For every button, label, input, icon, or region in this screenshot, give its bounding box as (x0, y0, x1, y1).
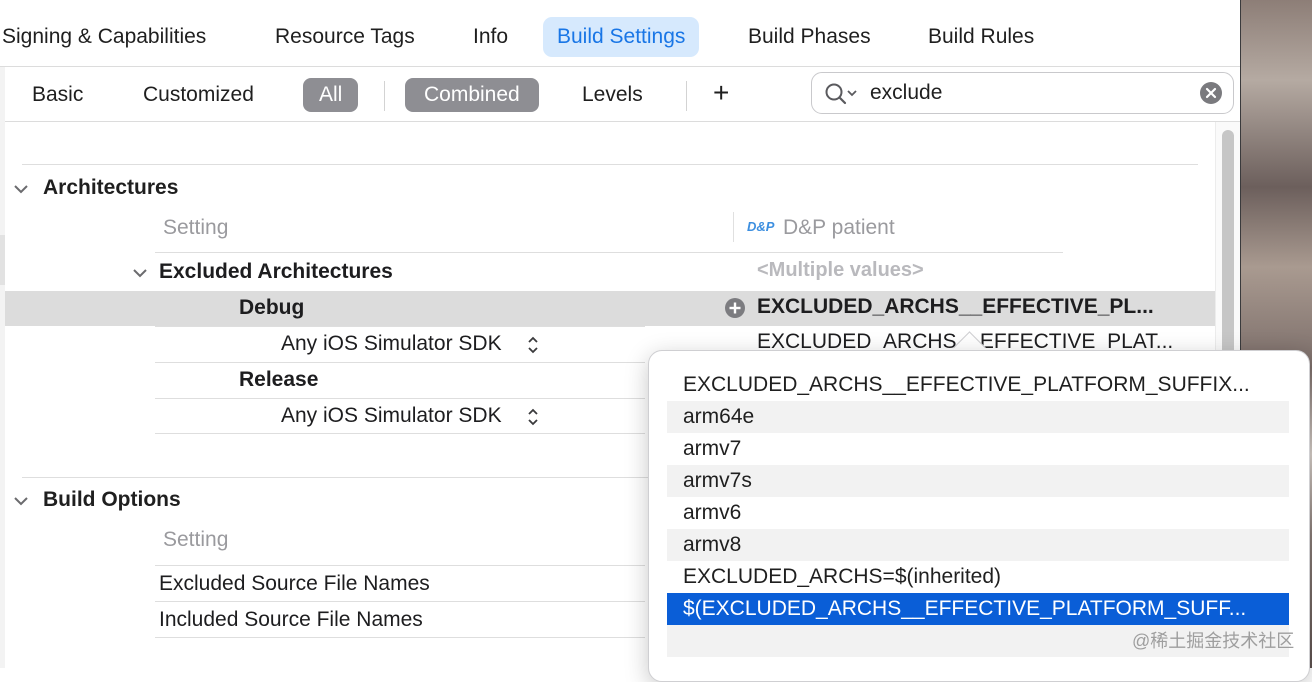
column-divider (733, 212, 734, 242)
add-setting-button[interactable]: + (713, 76, 729, 110)
filter-customized-button[interactable]: Customized (143, 78, 254, 112)
editor-left-edge-shade (0, 235, 5, 285)
editor-left-edge (0, 67, 5, 668)
section-separator (22, 164, 1198, 165)
release-sdk-condition[interactable]: Any iOS Simulator SDK (281, 404, 502, 428)
app-target-icon: D&P (747, 219, 775, 234)
row-separator (155, 362, 645, 363)
release-config-label: Release (239, 368, 319, 391)
chevron-down-icon[interactable] (12, 492, 30, 510)
debug-config-value[interactable]: EXCLUDED_ARCHS__EFFECTIVE_PL... (757, 295, 1197, 319)
tab-signing-capabilities[interactable]: Signing & Capabilities (0, 17, 220, 57)
chevron-down-icon[interactable] (12, 180, 30, 198)
tab-resource-tags[interactable]: Resource Tags (261, 17, 429, 57)
tab-info[interactable]: Info (459, 17, 522, 57)
levels-view-button[interactable]: Levels (582, 78, 643, 112)
section-separator (22, 477, 648, 478)
setting-column-header: Setting (163, 216, 229, 239)
excluded-source-file-names-setting[interactable]: Excluded Source File Names (159, 572, 430, 596)
list-item[interactable]: arm64e (667, 401, 1289, 433)
search-field[interactable] (811, 72, 1234, 114)
row-separator (155, 398, 645, 399)
add-condition-icon[interactable] (724, 297, 746, 319)
editor-tab-bar: Signing & Capabilities Resource Tags Inf… (0, 0, 1240, 67)
row-separator (155, 326, 645, 327)
sdk-popup-stepper-icon[interactable] (526, 406, 540, 428)
chevron-down-icon[interactable] (131, 264, 149, 282)
filter-basic-button[interactable]: Basic (32, 78, 83, 112)
list-item[interactable]: armv7 (667, 433, 1289, 465)
list-item[interactable]: EXCLUDED_ARCHS__EFFECTIVE_PLATFORM_SUFFI… (667, 369, 1289, 401)
row-separator (155, 637, 645, 638)
divider (686, 81, 687, 111)
architectures-section-title: Architectures (43, 176, 179, 199)
excluded-architectures-setting[interactable]: Excluded Architectures (159, 260, 393, 284)
list-item[interactable]: armv6 (667, 497, 1289, 529)
setting-column-header: Setting (163, 528, 229, 551)
list-item-selected[interactable]: $(EXCLUDED_ARCHS__EFFECTIVE_PLATFORM_SUF… (667, 593, 1289, 625)
search-input[interactable] (870, 79, 1190, 107)
row-separator (155, 565, 645, 566)
excluded-architectures-value[interactable]: <Multiple values> (757, 259, 924, 282)
target-column-header: D&P patient (783, 216, 895, 239)
combined-view-button[interactable]: Combined (405, 78, 539, 112)
scrollbar-thumb[interactable] (1222, 130, 1234, 360)
debug-sdk-condition[interactable]: Any iOS Simulator SDK (281, 332, 502, 356)
included-source-file-names-setting[interactable]: Included Source File Names (159, 608, 423, 632)
watermark: @稀土掘金技术社区 (1132, 631, 1295, 651)
search-icon (825, 83, 857, 105)
list-item[interactable]: armv8 (667, 529, 1289, 561)
clear-search-icon[interactable] (1200, 82, 1222, 104)
tab-build-phases[interactable]: Build Phases (734, 17, 885, 57)
filter-all-button[interactable]: All (303, 78, 359, 112)
tab-build-rules[interactable]: Build Rules (914, 17, 1048, 57)
filter-bar: Basic Customized All Combined Levels + (0, 67, 1240, 122)
build-options-section-title: Build Options (43, 488, 181, 511)
row-separator (155, 433, 645, 434)
tab-build-settings[interactable]: Build Settings (543, 17, 700, 57)
sdk-popup-stepper-icon[interactable] (526, 334, 540, 356)
row-separator (155, 252, 1063, 253)
row-separator (155, 601, 645, 602)
debug-config-label: Debug (239, 296, 305, 319)
list-item[interactable]: EXCLUDED_ARCHS=$(inherited) (667, 561, 1289, 593)
list-item[interactable]: armv7s (667, 465, 1289, 497)
divider (384, 81, 385, 111)
